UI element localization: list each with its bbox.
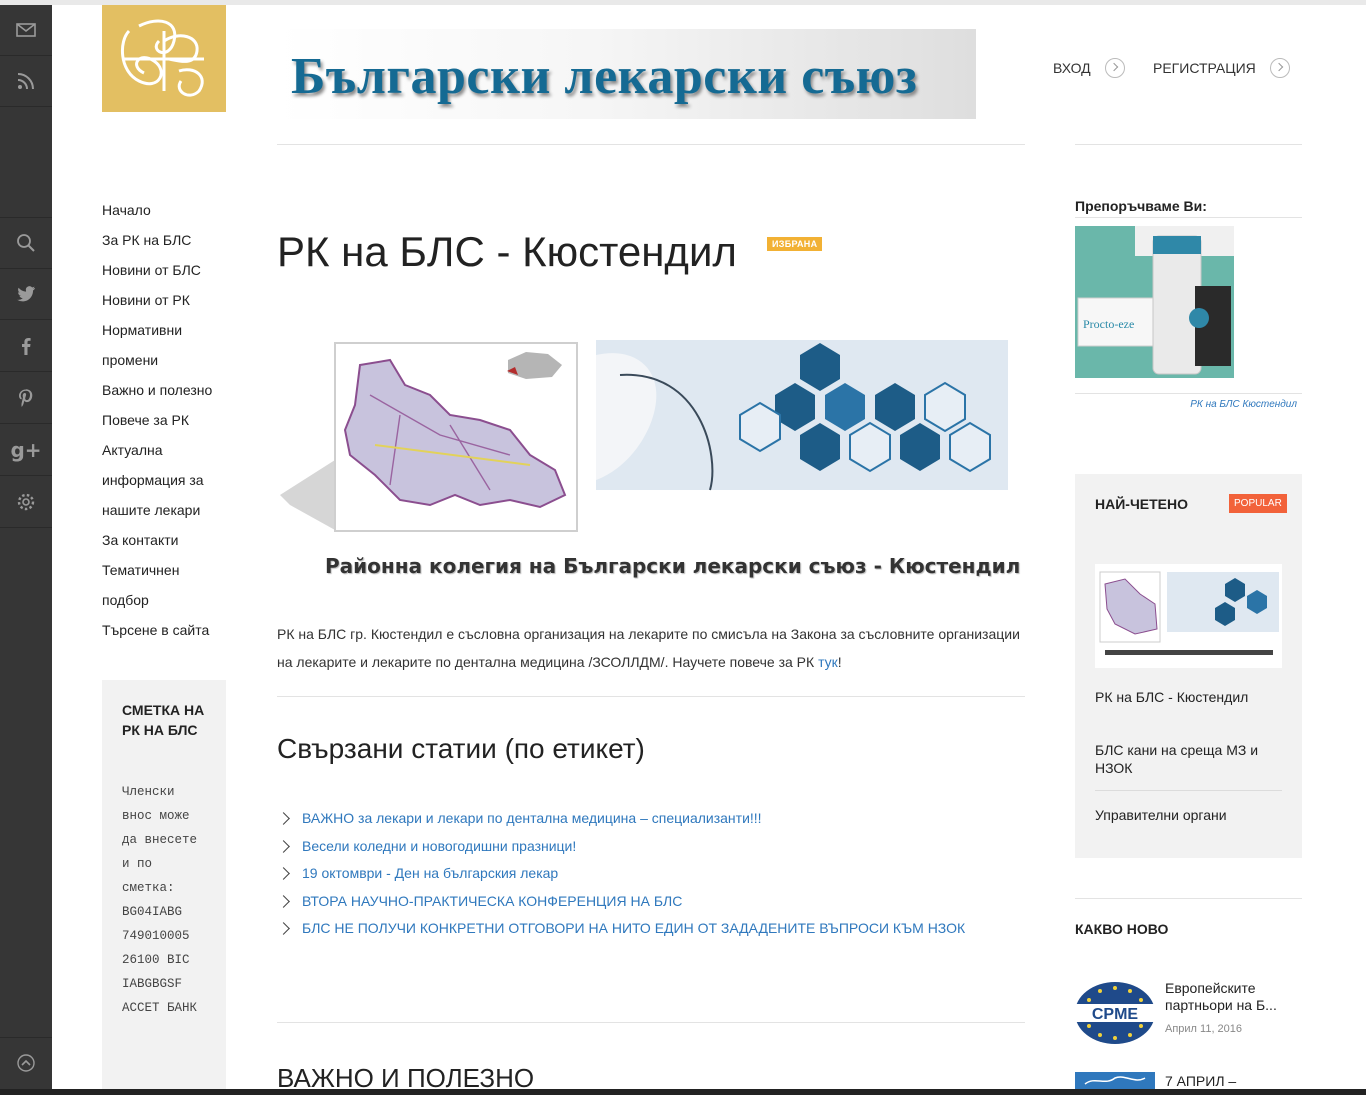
- header-divider: [277, 144, 1025, 145]
- bottom-strip: [0, 1089, 1366, 1095]
- related-item[interactable]: ВТОРА НАУЧНО-ПРАКТИЧЕСКА КОНФЕРЕНЦИЯ НА …: [277, 888, 1019, 916]
- popular-item[interactable]: Управителни органи: [1095, 806, 1282, 824]
- nav-item-home[interactable]: Начало: [102, 195, 227, 225]
- nav-item-thematic-cont[interactable]: подбор: [102, 585, 227, 615]
- googleplus-icon[interactable]: g+: [0, 425, 52, 476]
- account-widget: СМЕТКА НА РК НА БЛС Членски внос може да…: [102, 680, 226, 1090]
- nav-item-info-cont[interactable]: информация за: [102, 465, 227, 495]
- nav-item-thematic[interactable]: Тематичнен: [102, 555, 227, 585]
- nav-item-more[interactable]: Повече за РК: [102, 405, 227, 435]
- hero-image: [280, 335, 1010, 585]
- mail-icon[interactable]: [0, 5, 52, 56]
- site-logo[interactable]: [102, 5, 226, 112]
- page-title: РК на БЛС - Кюстендил: [277, 228, 737, 275]
- featured-badge: ИЗБРАНА: [767, 237, 823, 251]
- related-item[interactable]: БЛС НЕ ПОЛУЧИ КОНКРЕТНИ ОТГОВОРИ НА НИТО…: [277, 915, 1019, 943]
- register-link[interactable]: РЕГИСТРАЦИЯ: [1153, 58, 1290, 78]
- related-item[interactable]: ВАЖНО за лекари и лекари по дентална мед…: [277, 805, 1019, 833]
- sidebar-divider: [1075, 393, 1302, 394]
- recommend-title: Препоръчваме Ви:: [1075, 198, 1207, 214]
- nav-item-regulatory-cont[interactable]: промени: [102, 345, 227, 375]
- news-thumbnail[interactable]: CPME: [1075, 982, 1155, 1044]
- pinterest-icon[interactable]: [0, 373, 52, 424]
- chevron-right-icon: [1104, 58, 1125, 78]
- popular-divider: [1095, 790, 1282, 791]
- site-banner[interactable]: Български лекарски съюз: [277, 29, 976, 119]
- nav-item-important[interactable]: Важно и полезно: [102, 375, 227, 405]
- popular-widget: НАЙ-ЧЕТЕНО POPULAR РК на БЛС - Кюстендил…: [1075, 474, 1302, 858]
- account-title: СМЕТКА НА РК НА БЛС: [122, 702, 205, 738]
- popular-badge: POPULAR: [1229, 494, 1287, 513]
- scroll-top-icon[interactable]: [0, 1037, 52, 1088]
- nav-item-rk-news[interactable]: Новини от РК: [102, 285, 227, 315]
- chevron-right-icon: [277, 894, 290, 908]
- ad-brand: Procto-eze: [1083, 317, 1134, 331]
- ad-caption-link[interactable]: РК на БЛС Кюстендил: [1075, 399, 1297, 410]
- news-date: Април 11, 2016: [1165, 1023, 1243, 1035]
- sidebar-top-divider: [1075, 144, 1302, 145]
- related-item[interactable]: Весели коледни и новогодишни празници!: [277, 833, 1019, 861]
- register-label: РЕГИСТРАЦИЯ: [1153, 60, 1256, 76]
- sidebar-divider: [1075, 217, 1302, 218]
- nav-item-contacts[interactable]: За контакти: [102, 525, 227, 555]
- chevron-right-icon: [277, 839, 290, 853]
- more-link[interactable]: тук: [818, 654, 838, 670]
- related-item[interactable]: 19 октомври - Ден на българския лекар: [277, 860, 1019, 888]
- intro-end: !: [837, 654, 842, 670]
- related-title: Свързани статии (по етикет): [277, 733, 645, 764]
- nav-item-info-cont2[interactable]: нашите лекари: [102, 495, 227, 525]
- settings-icon[interactable]: [0, 477, 52, 528]
- popular-item[interactable]: РК на БЛС - Кюстендил: [1095, 688, 1282, 706]
- related-item-label: ВАЖНО за лекари и лекари по дентална мед…: [302, 810, 762, 826]
- news-title[interactable]: 7 АПРИЛ –: [1165, 1073, 1295, 1090]
- search-icon[interactable]: [0, 217, 52, 269]
- chevron-right-icon: [277, 922, 290, 936]
- sidebar-divider: [1075, 898, 1302, 899]
- popular-title: НАЙ-ЧЕТЕНО: [1095, 496, 1189, 512]
- news-thumb-label: CPME: [1092, 1006, 1139, 1023]
- chevron-right-icon: [277, 867, 290, 881]
- nav-item-bls-news[interactable]: Новини от БЛС: [102, 255, 227, 285]
- nav-item-regulatory[interactable]: Нормативни: [102, 315, 227, 345]
- whats-new-title: КАКВО НОВО: [1075, 921, 1169, 937]
- social-rail: g+: [0, 5, 52, 1089]
- twitter-icon[interactable]: [0, 269, 52, 320]
- related-item-label: ВТОРА НАУЧНО-ПРАКТИЧЕСКА КОНФЕРЕНЦИЯ НА …: [302, 892, 683, 909]
- related-list: ВАЖНО за лекари и лекари по дентална мед…: [277, 805, 1019, 943]
- related-item-label: Весели коледни и новогодишни празници!: [302, 837, 577, 854]
- popular-item[interactable]: БЛС кани на среща МЗ и НЗОК: [1095, 741, 1282, 777]
- banner-title: Български лекарски съюз: [291, 48, 918, 105]
- news-thumbnail[interactable]: [1075, 1072, 1155, 1089]
- nav-item-about[interactable]: За РК на БЛС: [102, 225, 227, 255]
- login-link[interactable]: ВХОД: [1053, 58, 1125, 78]
- chevron-right-icon: [1269, 58, 1290, 78]
- news-title[interactable]: Европейските партньори на Б...: [1165, 980, 1295, 1014]
- hero-caption: Районна колегия на Български лекарски съ…: [325, 554, 1021, 578]
- nav-item-search[interactable]: Търсене в сайта: [102, 615, 227, 645]
- nav-item-info[interactable]: Актуална: [102, 435, 227, 465]
- section-divider: [277, 696, 1025, 697]
- related-item-label: БЛС НЕ ПОЛУЧИ КОНКРЕТНИ ОТГОВОРИ НА НИТО…: [302, 920, 966, 936]
- popular-thumbnail[interactable]: [1095, 564, 1282, 668]
- related-item-label: 19 октомври - Ден на българския лекар: [302, 865, 559, 881]
- login-label: ВХОД: [1053, 60, 1091, 76]
- facebook-icon[interactable]: [0, 321, 52, 372]
- rss-icon[interactable]: [0, 56, 52, 107]
- intro-text: РК на БЛС гр. Кюстендил е съсловна орган…: [277, 620, 1027, 676]
- chevron-right-icon: [277, 812, 290, 826]
- main-nav: Начало За РК на БЛС Новини от БЛС Новини…: [102, 195, 227, 645]
- section-divider: [277, 1022, 1025, 1023]
- account-text: Членски внос може да внесете и по сметка…: [122, 785, 198, 1015]
- intro-paragraph: РК на БЛС гр. Кюстендил е съсловна орган…: [277, 626, 1020, 670]
- ad-banner[interactable]: Procto-eze: [1075, 226, 1234, 378]
